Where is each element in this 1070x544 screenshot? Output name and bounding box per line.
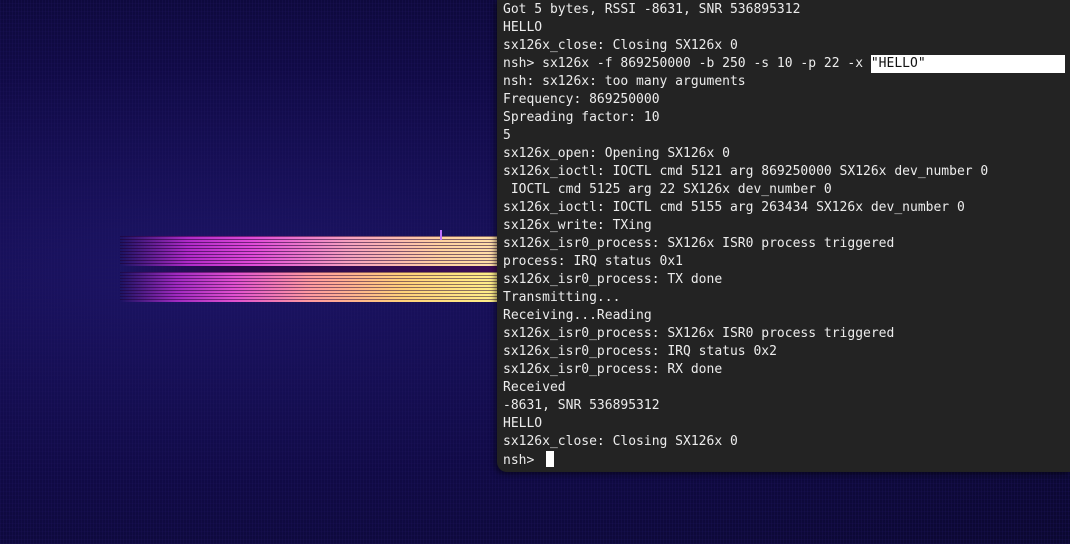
terminal-line: Spreading factor: 10 (503, 110, 660, 125)
terminal-line: sx126x_open: Opening SX126x 0 (503, 146, 730, 161)
signal-band-upper (120, 236, 498, 266)
terminal-line: sx126x_isr0_process: IRQ status 0x2 (503, 344, 777, 359)
terminal-line: sx126x_close: Closing SX126x 0 (503, 38, 738, 53)
terminal-line: IOCTL cmd 5125 arg 22 SX126x dev_number … (503, 182, 832, 197)
shell-prompt: nsh> (503, 453, 543, 468)
terminal-line: nsh: sx126x: too many arguments (503, 74, 746, 89)
terminal-line: sx126x_isr0_process: SX126x ISR0 process… (503, 236, 895, 251)
terminal-line: process: IRQ status 0x1 (503, 254, 684, 269)
terminal-line: sx126x_close: Closing SX126x 0 (503, 434, 738, 449)
terminal-line: HELLO (503, 416, 543, 431)
terminal-line: sx126x_ioctl: IOCTL cmd 5121 arg 8692500… (503, 164, 989, 179)
terminal-line: Receiving...Reading (503, 308, 652, 323)
terminal-line: Transmitting... (503, 290, 621, 305)
terminal-line: sx126x_isr0_process: TX done (503, 272, 723, 287)
terminal-line: sx126x_isr0_process: SX126x ISR0 process… (503, 326, 895, 341)
terminal-line: -8631, SNR 536895312 (503, 398, 660, 413)
terminal-prompt-line[interactable]: nsh> (503, 451, 1065, 469)
terminal-line: sx126x_ioctl: IOCTL cmd 5155 arg 263434 … (503, 200, 965, 215)
terminal-command-text: nsh> sx126x -f 869250000 -b 250 -s 10 -p… (503, 56, 871, 71)
text-cursor (546, 451, 555, 467)
terminal-line: Received (503, 380, 566, 395)
terminal-line: Frequency: 869250000 (503, 92, 660, 107)
terminal-line: sx126x_isr0_process: RX done (503, 362, 723, 377)
terminal-line: sx126x_write: TXing (503, 218, 652, 233)
selected-text[interactable]: "HELLO" (870, 55, 1065, 73)
terminal-line: HELLO (503, 20, 543, 35)
terminal-output: Got 5 bytes, RSSI -8631, SNR 536895312 H… (503, 1, 1065, 469)
terminal-command-line: nsh> sx126x -f 869250000 -b 250 -s 10 -p… (503, 55, 1065, 73)
signal-spike (440, 230, 442, 240)
signal-band-lower (120, 272, 498, 302)
terminal-line: 5 (503, 128, 511, 143)
terminal-line: Got 5 bytes, RSSI -8631, SNR 536895312 (503, 2, 801, 17)
terminal-window[interactable]: Got 5 bytes, RSSI -8631, SNR 536895312 H… (497, 0, 1070, 472)
